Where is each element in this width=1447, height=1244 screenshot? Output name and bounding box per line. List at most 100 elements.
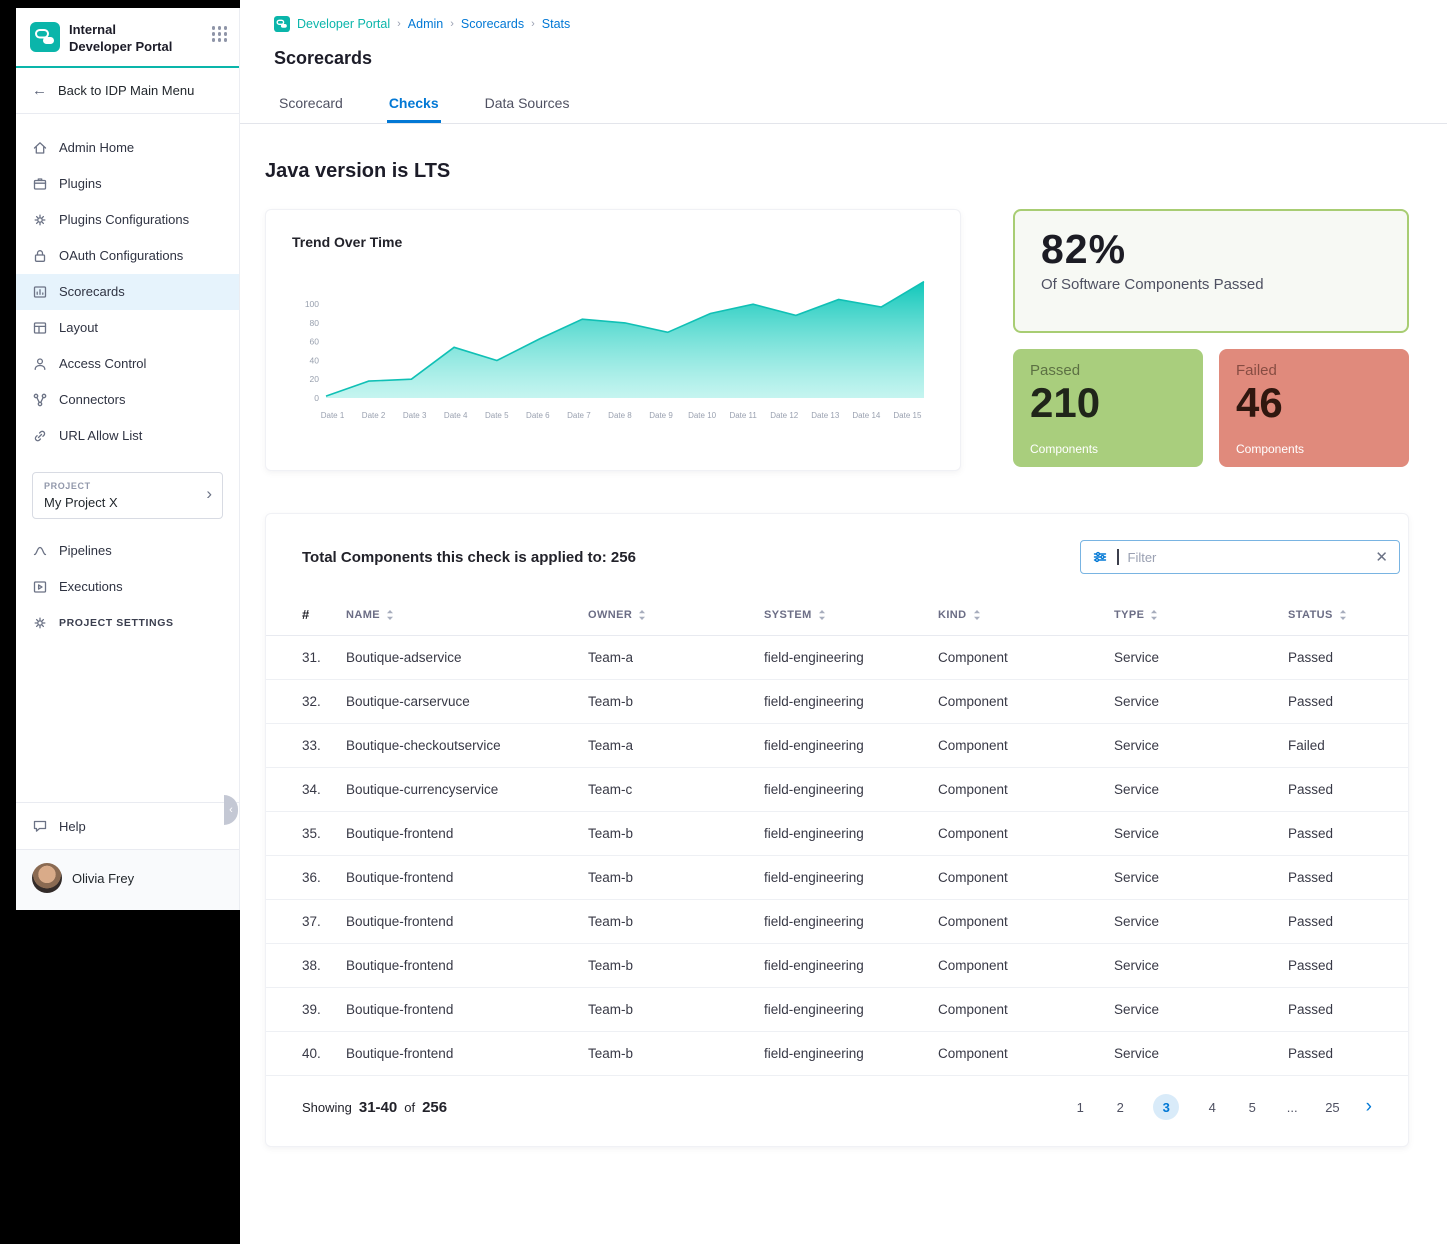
user-avatar [32, 863, 62, 893]
tabs: Scorecard Checks Data Sources [240, 85, 1447, 124]
table-row[interactable]: 37. Boutique-frontend Team-b field-engin… [266, 900, 1408, 944]
pipeline-icon [32, 543, 48, 559]
sidebar-item-plugins-configurations[interactable]: Plugins Configurations [16, 202, 239, 238]
help-button[interactable]: Help [16, 802, 239, 849]
sidebar-item-connectors[interactable]: Connectors [16, 382, 239, 418]
column-header-kind[interactable]: KIND [938, 609, 1114, 621]
project-selector[interactable]: PROJECT My Project X › [32, 472, 223, 519]
sort-icon[interactable] [638, 609, 646, 621]
cell-type: Service [1114, 782, 1288, 797]
sort-icon[interactable] [1150, 609, 1158, 621]
column-header-name[interactable]: NAME [346, 609, 588, 621]
x-tick-label: Date 5 [476, 411, 517, 420]
sort-icon[interactable] [973, 609, 981, 621]
sort-icon[interactable] [386, 609, 394, 621]
column-header-owner[interactable]: OWNER [588, 609, 764, 621]
page-2[interactable]: 2 [1113, 1100, 1127, 1115]
sidebar-item-executions[interactable]: Executions [16, 569, 239, 605]
cell-kind: Component [938, 1002, 1114, 1017]
tab-scorecard[interactable]: Scorecard [277, 85, 345, 123]
breadcrumb-stats[interactable]: Stats [542, 17, 571, 31]
table-row[interactable]: 38. Boutique-frontend Team-b field-engin… [266, 944, 1408, 988]
breadcrumb: Developer Portal › Admin › Scorecards › … [274, 16, 1447, 32]
table-row[interactable]: 35. Boutique-frontend Team-b field-engin… [266, 812, 1408, 856]
x-tick-label: Date 13 [805, 411, 846, 420]
filter-field[interactable]: ✕ [1080, 540, 1400, 574]
sort-icon[interactable] [818, 609, 826, 621]
sort-icon[interactable] [1339, 609, 1347, 621]
cell-num: 38. [302, 958, 346, 973]
page-25[interactable]: 25 [1325, 1100, 1339, 1115]
back-arrow-icon: ← [32, 82, 47, 99]
check-title: Java version is LTS [265, 160, 1409, 183]
cell-type: Service [1114, 650, 1288, 665]
cell-owner: Team-b [588, 1046, 764, 1061]
sidebar-item-admin-home[interactable]: Admin Home [16, 130, 239, 166]
sidebar-item-plugins[interactable]: Plugins [16, 166, 239, 202]
column-header-type[interactable]: TYPE [1114, 609, 1288, 621]
svg-text:60: 60 [310, 337, 320, 347]
next-page-button[interactable]: › [1366, 1096, 1372, 1118]
sidebar-item-project-settings[interactable]: PROJECT SETTINGS [16, 605, 239, 641]
breadcrumb-separator: › [397, 18, 401, 30]
cell-owner: Team-b [588, 914, 764, 929]
clear-filter-icon[interactable]: ✕ [1375, 550, 1388, 565]
table-row[interactable]: 36. Boutique-frontend Team-b field-engin… [266, 856, 1408, 900]
column-header-status[interactable]: STATUS [1288, 609, 1372, 621]
sidebar-item-layout[interactable]: Layout [16, 310, 239, 346]
page-4[interactable]: 4 [1205, 1100, 1219, 1115]
sidebar-item-oauth-configurations[interactable]: OAuth Configurations [16, 238, 239, 274]
executions-icon [32, 579, 48, 595]
x-tick-label: Date 7 [558, 411, 599, 420]
user-name: Olivia Frey [72, 871, 134, 886]
cell-name: Boutique-frontend [346, 958, 588, 973]
components-table-card: Total Components this check is applied t… [265, 513, 1409, 1147]
table-row[interactable]: 39. Boutique-frontend Team-b field-engin… [266, 988, 1408, 1032]
table-row[interactable]: 31. Boutique-adservice Team-a field-engi… [266, 636, 1408, 680]
tab-data-sources[interactable]: Data Sources [483, 85, 572, 123]
passed-card: Passed 210 Components [1013, 349, 1203, 467]
page-...[interactable]: ... [1285, 1100, 1299, 1115]
project-nav: Pipelines Executions PROJECT SETTINGS [16, 533, 239, 641]
svg-text:80: 80 [310, 318, 320, 328]
table-row[interactable]: 34. Boutique-currencyservice Team-c fiel… [266, 768, 1408, 812]
sidebar: Internal Developer Portal ← Back to IDP … [16, 8, 240, 910]
table-row[interactable]: 40. Boutique-frontend Team-b field-engin… [266, 1032, 1408, 1076]
apps-grid-icon[interactable] [212, 26, 228, 42]
breadcrumb-scorecards[interactable]: Scorecards [461, 17, 524, 31]
connectors-icon [32, 392, 48, 408]
checks-stats-content: Java version is LTS Trend Over Time 0204… [240, 124, 1447, 1244]
page-3[interactable]: 3 [1153, 1094, 1179, 1120]
column-header-system[interactable]: SYSTEM [764, 609, 938, 621]
summary-column: 82% Of Software Components Passed Passed… [1013, 209, 1409, 467]
trend-area-chart: 020406080100 [292, 270, 932, 402]
table-row[interactable]: 33. Boutique-checkoutservice Team-a fiel… [266, 724, 1408, 768]
idp-logo-icon [30, 22, 60, 52]
table-row[interactable]: 32. Boutique-carservuce Team-b field-eng… [266, 680, 1408, 724]
cell-status: Passed [1288, 914, 1372, 929]
person-icon [32, 356, 48, 372]
cell-owner: Team-b [588, 958, 764, 973]
percent-passed-card: 82% Of Software Components Passed [1013, 209, 1409, 333]
cell-status: Failed [1288, 738, 1372, 753]
user-menu[interactable]: Olivia Frey [16, 849, 239, 910]
cell-status: Passed [1288, 1046, 1372, 1061]
breadcrumb-admin[interactable]: Admin [408, 17, 443, 31]
cell-owner: Team-b [588, 870, 764, 885]
filter-input[interactable] [1128, 550, 1367, 565]
cell-type: Service [1114, 958, 1288, 973]
showing-total: 256 [422, 1099, 447, 1116]
sidebar-item-url-allow-list[interactable]: URL Allow List [16, 418, 239, 454]
tab-checks[interactable]: Checks [387, 85, 441, 123]
x-tick-label: Date 6 [517, 411, 558, 420]
sidebar-item-pipelines[interactable]: Pipelines [16, 533, 239, 569]
page-5[interactable]: 5 [1245, 1100, 1259, 1115]
back-to-main-menu[interactable]: ← Back to IDP Main Menu [16, 68, 239, 114]
sidebar-item-scorecards[interactable]: Scorecards [16, 274, 239, 310]
failed-label: Failed [1236, 362, 1392, 379]
scorecard-icon [32, 284, 48, 300]
page-1[interactable]: 1 [1073, 1100, 1087, 1115]
failed-caption: Components [1236, 442, 1304, 456]
sidebar-item-access-control[interactable]: Access Control [16, 346, 239, 382]
breadcrumb-developer-portal[interactable]: Developer Portal [297, 17, 390, 31]
